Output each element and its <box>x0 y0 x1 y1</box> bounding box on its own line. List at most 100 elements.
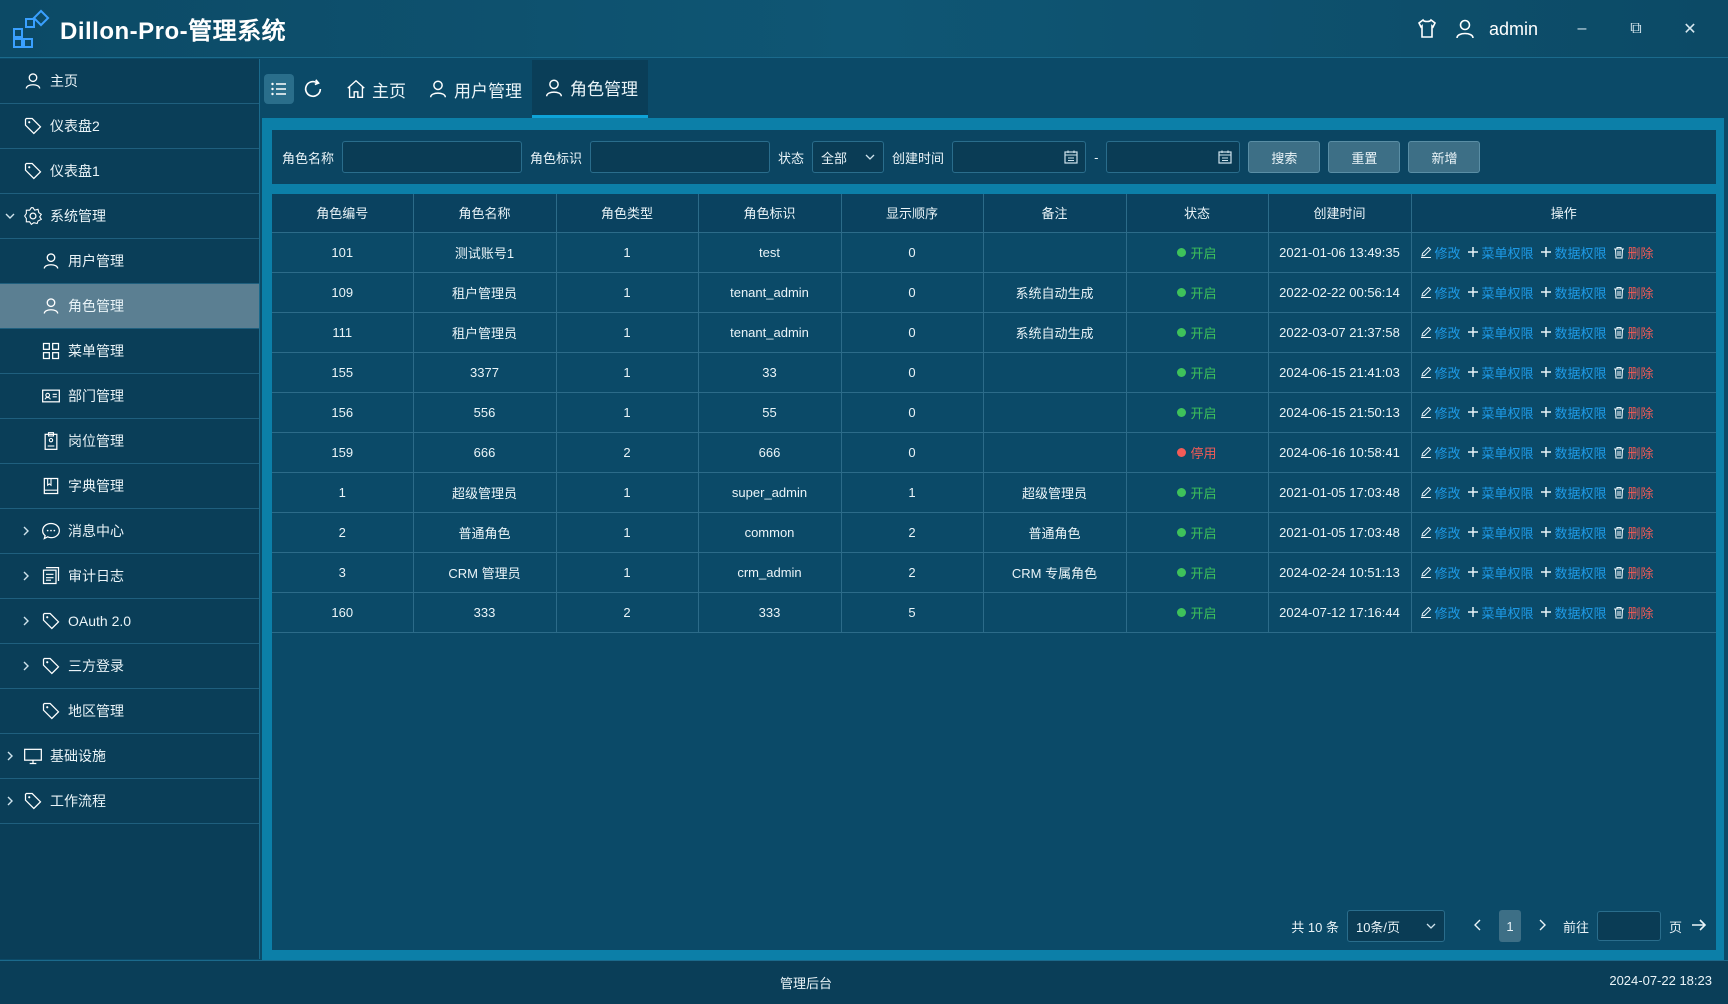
admin-name[interactable]: admin <box>1489 19 1538 40</box>
role-name-input[interactable] <box>342 141 523 173</box>
delete-button[interactable]: 删除 <box>1613 483 1654 502</box>
data-permission-button[interactable]: 数据权限 <box>1540 283 1607 302</box>
sidebar-item-dictionary[interactable]: 字典管理 <box>0 464 259 509</box>
data-permission-button[interactable]: 数据权限 <box>1540 563 1607 582</box>
sidebar-item-infrastructure[interactable]: 基础设施 <box>0 734 259 779</box>
edit-button[interactable]: 修改 <box>1420 523 1461 542</box>
end-date-input[interactable] <box>1106 141 1241 173</box>
sidebar-item-regions[interactable]: 地区管理 <box>0 689 259 734</box>
sidebar-item-dashboard1[interactable]: 仪表盘1 <box>0 149 259 194</box>
data-permission-button[interactable]: 数据权限 <box>1540 603 1607 622</box>
delete-button[interactable]: 删除 <box>1613 363 1654 382</box>
minimize-button[interactable]: – <box>1560 14 1604 44</box>
edit-button[interactable]: 修改 <box>1420 443 1461 462</box>
data-permission-button[interactable]: 数据权限 <box>1540 483 1607 502</box>
add-button[interactable]: 新增 <box>1408 141 1481 173</box>
data-permission-button[interactable]: 数据权限 <box>1540 403 1607 422</box>
edit-button[interactable]: 修改 <box>1420 323 1461 342</box>
sidebar-item-workflow[interactable]: 工作流程 <box>0 779 259 824</box>
delete-button[interactable]: 删除 <box>1613 323 1654 342</box>
sidebar-item-third-party-login[interactable]: 三方登录 <box>0 644 259 689</box>
edit-icon <box>1420 326 1432 338</box>
restore-button[interactable]: ⧉ <box>1614 14 1658 44</box>
menu-permission-button[interactable]: 菜单权限 <box>1467 283 1534 302</box>
menu-toggle-icon[interactable] <box>264 74 294 104</box>
delete-button[interactable]: 删除 <box>1613 603 1654 622</box>
cell-key: common <box>698 512 842 553</box>
refresh-icon[interactable] <box>298 74 328 104</box>
data-permission-button[interactable]: 数据权限 <box>1540 323 1607 342</box>
sidebar-item-menus[interactable]: 菜单管理 <box>0 329 259 374</box>
shirt-icon[interactable] <box>1413 15 1441 43</box>
arrow-right-icon[interactable] <box>1690 916 1708 937</box>
delete-button[interactable]: 删除 <box>1613 403 1654 422</box>
table-row[interactable]: 1 超级管理员 1 super_admin 1 超级管理员 开启 2021-01-05 17:… <box>272 472 1716 513</box>
table-row[interactable]: 101 测试账号1 1 test 0 开启 2021-01-06 13:49:35 修改 菜单权… <box>272 232 1716 273</box>
menu-permission-button[interactable]: 菜单权限 <box>1467 603 1534 622</box>
edit-button[interactable]: 修改 <box>1420 363 1461 382</box>
sidebar-item-messages[interactable]: 消息中心 <box>0 509 259 554</box>
table-row[interactable]: 3 CRM 管理员 1 crm_admin 2 CRM 专属角色 开启 2024-02-24 … <box>272 552 1716 593</box>
table-row[interactable]: 2 普通角色 1 common 2 普通角色 开启 2021-01-05 17:03:48 修改… <box>272 512 1716 553</box>
sidebar-item-posts[interactable]: 岗位管理 <box>0 419 259 464</box>
edit-button[interactable]: 修改 <box>1420 243 1461 262</box>
sidebar-item-users[interactable]: 用户管理 <box>0 239 259 284</box>
prev-page-button[interactable] <box>1465 910 1491 942</box>
user-icon[interactable] <box>1451 15 1479 43</box>
table-row[interactable]: 159 666 2 666 0 停用 2024-06-16 10:58:41 修改 菜单权限 数据… <box>272 432 1716 473</box>
tab-home[interactable]: 主页 <box>334 60 416 118</box>
cell-actions: 修改 菜单权限 数据权限 删除 <box>1411 472 1716 513</box>
plus-icon <box>1467 406 1479 418</box>
delete-button[interactable]: 删除 <box>1613 283 1654 302</box>
edit-button[interactable]: 修改 <box>1420 283 1461 302</box>
sidebar-item-dashboard2[interactable]: 仪表盘2 <box>0 104 259 149</box>
delete-button[interactable]: 删除 <box>1613 563 1654 582</box>
chevron-right-icon <box>20 525 32 537</box>
menu-permission-button[interactable]: 菜单权限 <box>1467 363 1534 382</box>
sidebar-item-audit[interactable]: 审计日志 <box>0 554 259 599</box>
data-permission-button[interactable]: 数据权限 <box>1540 363 1607 382</box>
delete-button[interactable]: 删除 <box>1613 523 1654 542</box>
reset-button[interactable]: 重置 <box>1328 141 1401 173</box>
sidebar-item-roles[interactable]: 角色管理 <box>0 284 259 329</box>
status-select[interactable]: 全部 <box>812 141 885 173</box>
close-button[interactable]: ✕ <box>1668 14 1712 44</box>
delete-button[interactable]: 删除 <box>1613 443 1654 462</box>
sidebar-item-home[interactable]: 主页 <box>0 59 259 104</box>
tab-label: 角色管理 <box>570 80 638 99</box>
role-key-input[interactable] <box>590 141 771 173</box>
delete-button[interactable]: 删除 <box>1613 243 1654 262</box>
current-page-button[interactable]: 1 <box>1498 910 1521 942</box>
data-permission-button[interactable]: 数据权限 <box>1540 443 1607 462</box>
table-row[interactable]: 111 租户管理员 1 tenant_admin 0 系统自动生成 开启 2022-03-07… <box>272 312 1716 353</box>
sidebar-item-departments[interactable]: 部门管理 <box>0 374 259 419</box>
sidebar-item-oauth[interactable]: OAuth 2.0 <box>0 599 259 644</box>
table-row[interactable]: 109 租户管理员 1 tenant_admin 0 系统自动生成 开启 2022-02-22… <box>272 272 1716 313</box>
menu-permission-button[interactable]: 菜单权限 <box>1467 523 1534 542</box>
search-button[interactable]: 搜索 <box>1248 141 1321 173</box>
edit-button[interactable]: 修改 <box>1420 563 1461 582</box>
menu-permission-button[interactable]: 菜单权限 <box>1467 243 1534 262</box>
menu-permission-button[interactable]: 菜单权限 <box>1467 323 1534 342</box>
menu-permission-button[interactable]: 菜单权限 <box>1467 443 1534 462</box>
sidebar-item-system[interactable]: 系统管理 <box>0 194 259 239</box>
menu-permission-button[interactable]: 菜单权限 <box>1467 403 1534 422</box>
monitor-icon <box>22 745 44 767</box>
table-row[interactable]: 155 3377 1 33 0 开启 2024-06-15 21:41:03 修改 菜单权限 数据… <box>272 352 1716 393</box>
page-size-select[interactable]: 10条/页 <box>1346 910 1445 942</box>
table-row[interactable]: 160 333 2 333 5 开启 2024-07-12 17:16:44 修改 菜单权限 数据… <box>272 592 1716 633</box>
edit-button[interactable]: 修改 <box>1420 403 1461 422</box>
data-permission-button[interactable]: 数据权限 <box>1540 243 1607 262</box>
next-page-button[interactable] <box>1529 910 1555 942</box>
edit-button[interactable]: 修改 <box>1420 483 1461 502</box>
goto-page-input[interactable] <box>1596 911 1661 941</box>
menu-permission-button[interactable]: 菜单权限 <box>1467 563 1534 582</box>
start-date-input[interactable] <box>952 141 1087 173</box>
edit-button[interactable]: 修改 <box>1420 603 1461 622</box>
table-row[interactable]: 156 556 1 55 0 开启 2024-06-15 21:50:13 修改 菜单权限 数据权… <box>272 392 1716 433</box>
plus-icon <box>1540 446 1552 458</box>
tab-users[interactable]: 用户管理 <box>416 60 532 118</box>
tab-roles[interactable]: 角色管理 <box>532 60 648 118</box>
menu-permission-button[interactable]: 菜单权限 <box>1467 483 1534 502</box>
data-permission-button[interactable]: 数据权限 <box>1540 523 1607 542</box>
